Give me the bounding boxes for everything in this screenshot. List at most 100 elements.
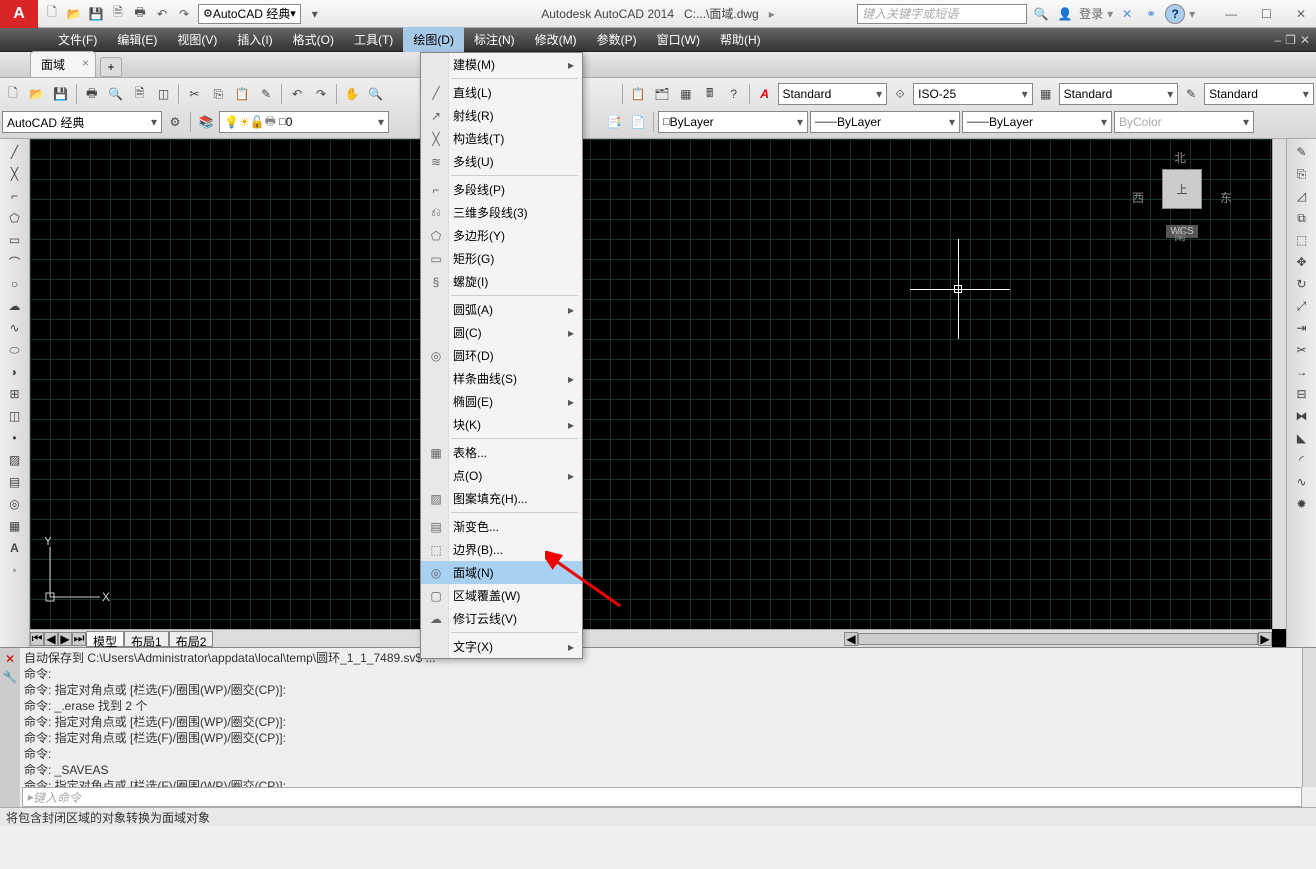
point-icon[interactable]: • xyxy=(2,427,28,449)
exchange-icon[interactable]: ✕ xyxy=(1117,4,1137,24)
preview-icon[interactable]: 🔍 xyxy=(105,83,127,105)
toolpalette-icon[interactable]: ▦ xyxy=(675,83,697,105)
nav-prev-icon[interactable]: ◀ xyxy=(44,632,58,646)
saveas-icon[interactable]: 🗎 xyxy=(108,4,128,24)
scroll-left-icon[interactable]: ◀ xyxy=(844,632,858,646)
menu-item-多线U[interactable]: ≋多线(U) xyxy=(421,150,582,173)
scale-icon[interactable]: ⤢ xyxy=(1289,295,1315,317)
workspace-combo-qat[interactable]: ⚙AutoCAD 经典 ▾ xyxy=(198,4,301,24)
menu-item-直线L[interactable]: ╱直线(L) xyxy=(421,81,582,104)
cut-icon[interactable]: ✂ xyxy=(183,83,205,105)
scroll-thumb[interactable] xyxy=(858,633,1258,645)
chamfer-icon[interactable]: ◣ xyxy=(1289,427,1315,449)
redo-icon[interactable]: ↷ xyxy=(174,4,194,24)
menu-dimension[interactable]: 标注(N) xyxy=(464,27,525,52)
scroll-right-icon[interactable]: ▶ xyxy=(1258,632,1272,646)
textstyle-icon[interactable]: A xyxy=(754,83,776,105)
command-input[interactable]: ▸ 键入命令 xyxy=(22,787,1302,807)
zoom-icon[interactable]: 🔍 xyxy=(365,83,387,105)
move-icon[interactable]: ✥ xyxy=(1289,251,1315,273)
mdi-close-icon[interactable]: ✕ xyxy=(1300,33,1310,47)
dimstyle-combo[interactable]: ISO-25▾ xyxy=(913,83,1033,105)
pline-icon[interactable]: ⌐ xyxy=(2,185,28,207)
block-icon[interactable]: ◫ xyxy=(2,405,28,427)
menu-item-边界B[interactable]: ⬚边界(B)... xyxy=(421,538,582,561)
search-icon[interactable]: 🔍 xyxy=(1031,4,1051,24)
plotstyle-combo[interactable]: ByColor▾ xyxy=(1114,111,1254,133)
viewcube-top[interactable]: 上 xyxy=(1162,169,1202,209)
menu-item-构造线T[interactable]: ╳构造线(T) xyxy=(421,127,582,150)
revcloud-icon[interactable]: ☁ xyxy=(2,295,28,317)
tab-layout1[interactable]: 布局1 xyxy=(124,631,169,647)
help-icon[interactable]: ? xyxy=(1165,4,1185,24)
menu-window[interactable]: 窗口(W) xyxy=(647,27,710,52)
menu-item-区域覆盖W[interactable]: ▢区域覆盖(W) xyxy=(421,584,582,607)
properties-icon[interactable]: 📋 xyxy=(627,83,649,105)
tablestyle-combo[interactable]: Standard▾ xyxy=(1059,83,1179,105)
copy-icon[interactable]: ⎘ xyxy=(1289,163,1315,185)
layeriso-icon[interactable]: 📄 xyxy=(627,111,649,133)
menu-insert[interactable]: 插入(I) xyxy=(227,27,282,52)
hatch-icon[interactable]: ▨ xyxy=(2,449,28,471)
line-icon[interactable]: ╱ xyxy=(2,141,28,163)
matchprop-icon[interactable]: ✎ xyxy=(255,83,277,105)
extend-icon[interactable]: → xyxy=(1289,361,1315,383)
menu-item-三维多段线3[interactable]: ⎌三维多段线(3) xyxy=(421,201,582,224)
menu-help[interactable]: 帮助(H) xyxy=(710,27,771,52)
workspace-combo[interactable]: AutoCAD 经典▾ xyxy=(2,111,162,133)
insert-icon[interactable]: ⊞ xyxy=(2,383,28,405)
region-icon[interactable]: ◎ xyxy=(2,493,28,515)
cmdwin-handle[interactable]: ✕ 🔧 xyxy=(0,648,20,807)
paste-icon[interactable]: 📋 xyxy=(231,83,253,105)
menu-edit[interactable]: 编辑(E) xyxy=(107,27,167,52)
menu-file[interactable]: 文件(F) xyxy=(48,27,107,52)
linetype-combo[interactable]: —— ByLayer▾ xyxy=(810,111,960,133)
offset-icon[interactable]: ⧉ xyxy=(1289,207,1315,229)
menu-tools[interactable]: 工具(T) xyxy=(344,27,403,52)
erase-icon[interactable]: ✎ xyxy=(1289,141,1315,163)
arc-icon[interactable]: ⌒ xyxy=(2,251,28,273)
blend-icon[interactable]: ∿ xyxy=(1289,471,1315,493)
circle-icon[interactable]: ○ xyxy=(2,273,28,295)
menu-item-表格[interactable]: ▦表格... xyxy=(421,441,582,464)
color-combo[interactable]: □ ByLayer▾ xyxy=(658,111,808,133)
array-icon[interactable]: ⬚ xyxy=(1289,229,1315,251)
table-icon[interactable]: ▦ xyxy=(2,515,28,537)
workspace-settings-icon[interactable]: ⚙ xyxy=(164,111,186,133)
xline-icon[interactable]: ╳ xyxy=(2,163,28,185)
title-dropdown-icon[interactable]: ▸ xyxy=(769,7,775,21)
mleaderstyle-icon[interactable]: ✎ xyxy=(1180,83,1202,105)
drawing-canvas[interactable]: YX 北 西 东 上 南 WCS xyxy=(30,139,1272,629)
tab-close-icon[interactable]: × xyxy=(82,56,89,70)
lineweight-combo[interactable]: —— ByLayer▾ xyxy=(962,111,1112,133)
menu-item-图案填充H[interactable]: ▨图案填充(H)... xyxy=(421,487,582,510)
ellipse-icon[interactable]: ⬭ xyxy=(2,339,28,361)
save-icon[interactable]: 💾 xyxy=(50,83,72,105)
menu-draw[interactable]: 绘图(D) xyxy=(403,27,464,52)
menu-item-螺旋I[interactable]: §螺旋(I) xyxy=(421,270,582,293)
view-cube[interactable]: 北 西 东 上 南 WCS xyxy=(1132,149,1232,269)
addselected-icon[interactable]: ◦ xyxy=(2,559,28,581)
menu-item-矩形G[interactable]: ▭矩形(G) xyxy=(421,247,582,270)
rotate-icon[interactable]: ↻ xyxy=(1289,273,1315,295)
user-icon[interactable]: 👤 xyxy=(1055,4,1075,24)
ellipsearc-icon[interactable]: ◗ xyxy=(2,361,28,383)
menu-parametric[interactable]: 参数(P) xyxy=(587,27,647,52)
sheetset-icon[interactable]: 🗂 xyxy=(651,83,673,105)
new-icon[interactable]: 🗋 xyxy=(2,83,24,105)
menu-item-面域N[interactable]: ◎面域(N) xyxy=(421,561,582,584)
open-icon[interactable]: 📂 xyxy=(26,83,48,105)
menu-item-多边形Y[interactable]: ⬠多边形(Y) xyxy=(421,224,582,247)
menu-item-射线R[interactable]: ↗射线(R) xyxy=(421,104,582,127)
new-tab-button[interactable]: + xyxy=(100,57,122,77)
qat-dropdown-icon[interactable]: ▾ xyxy=(305,4,325,24)
menu-view[interactable]: 视图(V) xyxy=(167,27,227,52)
menu-item-圆弧A[interactable]: 圆弧(A)▸ xyxy=(421,298,582,321)
copy-icon[interactable]: ⎘ xyxy=(207,83,229,105)
menu-item-点O[interactable]: 点(O)▸ xyxy=(421,464,582,487)
app-logo[interactable]: A xyxy=(0,0,38,28)
menu-item-多段线P[interactable]: ⌐多段线(P) xyxy=(421,178,582,201)
undo-icon[interactable]: ↶ xyxy=(286,83,308,105)
plot-icon[interactable]: 🖶 xyxy=(130,4,150,24)
search-input[interactable]: 键入关键字或短语 xyxy=(857,4,1027,24)
